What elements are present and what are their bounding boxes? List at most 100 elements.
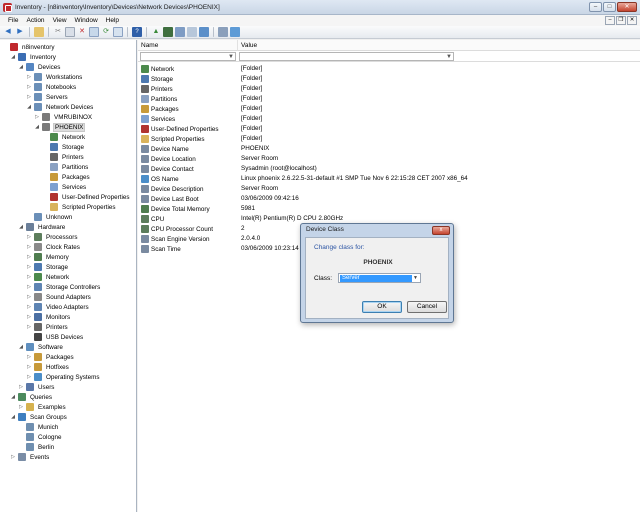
- expand-toggle-icon[interactable]: ▷: [26, 284, 32, 290]
- list-row[interactable]: Device Description Server Room: [138, 184, 640, 194]
- tree-item-devices[interactable]: ◢ Devices: [18, 62, 61, 72]
- list-row[interactable]: Scripted Properties [Folder]: [138, 134, 640, 144]
- tree-item-storage[interactable]: ▷ Storage: [26, 262, 69, 272]
- expand-toggle-icon[interactable]: ▷: [26, 314, 32, 320]
- minimize-button[interactable]: –: [589, 2, 602, 12]
- tree-item-printers[interactable]: Printers: [42, 152, 85, 162]
- menu-window[interactable]: Window: [71, 17, 102, 24]
- expand-toggle-icon[interactable]: ◢: [10, 54, 16, 60]
- ok-button[interactable]: OK: [362, 301, 402, 313]
- import-icon[interactable]: [187, 27, 197, 37]
- tree-item-network-devices[interactable]: ◢ Network Devices: [26, 102, 94, 112]
- print-icon[interactable]: [175, 27, 185, 37]
- expand-toggle-icon[interactable]: ◢: [10, 414, 16, 420]
- menu-action[interactable]: Action: [22, 17, 48, 24]
- expand-toggle-icon[interactable]: ▷: [26, 244, 32, 250]
- mdi-close-button[interactable]: ✕: [627, 16, 637, 25]
- tree-item-cologne[interactable]: Cologne: [18, 432, 62, 442]
- maximize-button[interactable]: □: [603, 2, 616, 12]
- tree-item-usb-devices[interactable]: USB Devices: [26, 332, 84, 342]
- menu-help[interactable]: Help: [102, 17, 123, 24]
- list-row[interactable]: Device Name PHOENIX: [138, 144, 640, 154]
- delete-icon[interactable]: ✕: [77, 27, 87, 37]
- menu-view[interactable]: View: [49, 17, 71, 24]
- tree-item-printers[interactable]: ▷ Printers: [26, 322, 69, 332]
- expand-toggle-icon[interactable]: ▷: [26, 324, 32, 330]
- tree-item-packages[interactable]: Packages: [42, 172, 91, 182]
- properties-icon[interactable]: [89, 27, 99, 37]
- tree-item-events[interactable]: ▷ Events: [10, 452, 50, 462]
- menu-file[interactable]: File: [4, 17, 22, 24]
- tree-item-unknown[interactable]: Unknown: [26, 212, 73, 222]
- list-row[interactable]: Printers [Folder]: [138, 84, 640, 94]
- class-select[interactable]: Server ▼: [338, 273, 421, 283]
- chevron-down-icon[interactable]: ▼: [412, 275, 419, 282]
- expand-toggle-icon[interactable]: ◢: [34, 124, 40, 130]
- tree-item-hardware[interactable]: ◢ Hardware: [18, 222, 66, 232]
- list-row[interactable]: Services [Folder]: [138, 114, 640, 124]
- connect-icon[interactable]: [230, 27, 240, 37]
- tree-item-packages[interactable]: ▷ Packages: [26, 352, 75, 362]
- expand-toggle-icon[interactable]: ◢: [26, 104, 32, 110]
- list-row[interactable]: Device Contact Sysadmin (root@localhost): [138, 164, 640, 174]
- expand-toggle-icon[interactable]: ▷: [26, 364, 32, 370]
- tree-item-phoenix[interactable]: ◢ PHOENIX: [34, 122, 86, 132]
- dialog-close-button[interactable]: x: [432, 226, 450, 235]
- export-icon[interactable]: [113, 27, 123, 37]
- expand-toggle-icon[interactable]: ◢: [18, 344, 24, 350]
- tree-item-user-defined-properties[interactable]: User-Defined Properties: [42, 192, 131, 202]
- expand-toggle-icon[interactable]: ▷: [26, 304, 32, 310]
- list-row[interactable]: Partitions [Folder]: [138, 94, 640, 104]
- forward-icon[interactable]: ▶: [15, 27, 25, 37]
- expand-toggle-icon[interactable]: ▷: [26, 274, 32, 280]
- cut-icon[interactable]: ✂: [53, 27, 63, 37]
- tree-item-scripted-properties[interactable]: Scripted Properties: [42, 202, 117, 212]
- expand-toggle-icon[interactable]: ▷: [26, 374, 32, 380]
- list-row[interactable]: OS Name Linux phoenix 2.6.22.5-31-default…: [138, 174, 640, 184]
- expand-toggle-icon[interactable]: ▷: [26, 74, 32, 80]
- name-filter-input[interactable]: ▼: [140, 52, 236, 61]
- tree-item-inventory[interactable]: ◢ Inventory: [10, 52, 57, 62]
- tree-item-storage[interactable]: Storage: [42, 142, 85, 152]
- expand-toggle-icon[interactable]: ▷: [10, 454, 16, 460]
- expand-toggle-icon[interactable]: ▷: [26, 234, 32, 240]
- settings-icon[interactable]: [199, 27, 209, 37]
- tree-item-software[interactable]: ◢ Software: [18, 342, 64, 352]
- mdi-restore-button[interactable]: ❐: [616, 16, 626, 25]
- scan-icon[interactable]: ▲: [151, 27, 161, 37]
- refresh-icon[interactable]: ⟳: [101, 27, 111, 37]
- expand-toggle-icon[interactable]: ▷: [26, 84, 32, 90]
- list-row[interactable]: Packages [Folder]: [138, 104, 640, 114]
- tree-item-storage-controllers[interactable]: ▷ Storage Controllers: [26, 282, 101, 292]
- mdi-minimize-button[interactable]: –: [605, 16, 615, 25]
- tree-item-processors[interactable]: ▷ Processors: [26, 232, 79, 242]
- column-header-name[interactable]: Name: [138, 40, 238, 51]
- tree-item-scan-groups[interactable]: ◢ Scan Groups: [10, 412, 68, 422]
- expand-toggle-icon[interactable]: ◢: [18, 64, 24, 70]
- tree-item-users[interactable]: ▷ Users: [18, 382, 55, 392]
- expand-toggle-icon[interactable]: ▷: [26, 254, 32, 260]
- tree-item-partitions[interactable]: Partitions: [42, 162, 89, 172]
- tree-item-queries[interactable]: ◢ Queries: [10, 392, 53, 402]
- tree-item-workstations[interactable]: ▷ Workstations: [26, 72, 83, 82]
- tree-item-sound-adapters[interactable]: ▷ Sound Adapters: [26, 292, 92, 302]
- tree-item-network[interactable]: Network: [42, 132, 86, 142]
- expand-toggle-icon[interactable]: ▷: [18, 404, 24, 410]
- tree-item-operating-systems[interactable]: ▷ Operating Systems: [26, 372, 101, 382]
- tree-item-notebooks[interactable]: ▷ Notebooks: [26, 82, 77, 92]
- tree-item-network[interactable]: ▷ Network: [26, 272, 70, 282]
- up-folder-icon[interactable]: [34, 27, 44, 37]
- filter-icon[interactable]: ▼: [228, 54, 234, 60]
- expand-toggle-icon[interactable]: ◢: [10, 394, 16, 400]
- expand-toggle-icon[interactable]: ▷: [26, 94, 32, 100]
- list-row[interactable]: Device Total Memory 5981: [138, 204, 640, 214]
- tree-item-vmrubinox[interactable]: ▷ VMRUBINOX: [34, 112, 93, 122]
- value-filter-input[interactable]: ▼: [239, 52, 454, 61]
- tree-item-memory[interactable]: ▷ Memory: [26, 252, 70, 262]
- close-button[interactable]: ✕: [617, 2, 637, 12]
- copy-icon[interactable]: [65, 27, 75, 37]
- filter-icon[interactable]: ▼: [446, 54, 452, 60]
- column-header-value[interactable]: Value: [238, 40, 458, 51]
- expand-toggle-icon[interactable]: ▷: [26, 294, 32, 300]
- expand-toggle-icon[interactable]: ◢: [18, 224, 24, 230]
